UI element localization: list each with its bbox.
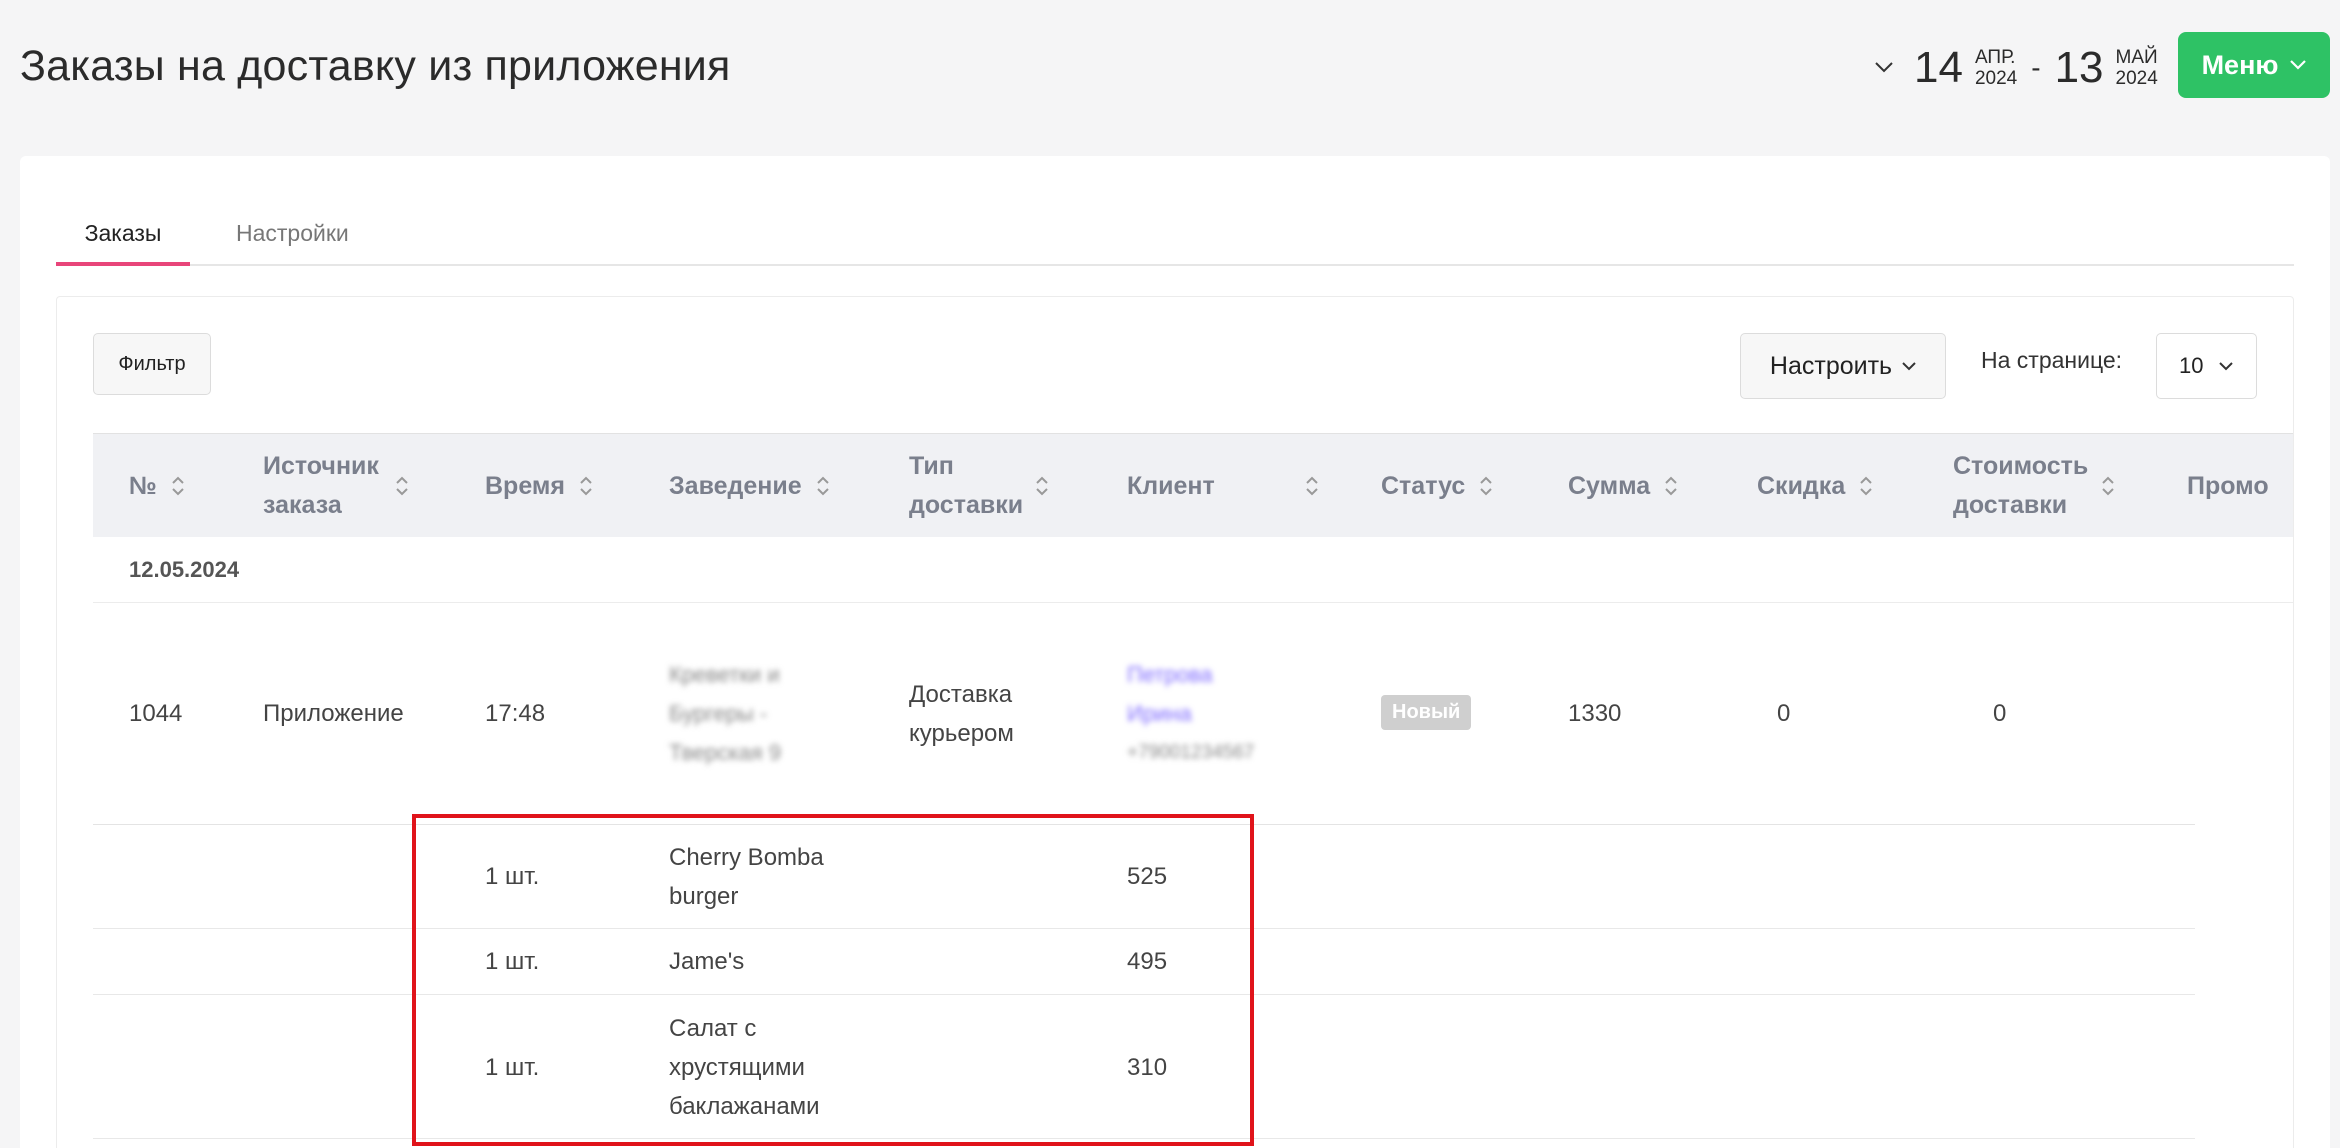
- order-source: Приложение: [263, 700, 404, 727]
- column-label: Статус: [1381, 471, 1466, 500]
- column-label: Источник заказа: [263, 452, 379, 519]
- order-discount: 0: [1777, 700, 1791, 727]
- column-header-sum[interactable]: Сумма: [1568, 434, 1678, 538]
- column-label: Заведение: [669, 471, 802, 500]
- sort-icon[interactable]: [395, 474, 409, 498]
- sort-icon[interactable]: [1305, 474, 1319, 498]
- filter-button[interactable]: Фильтр: [93, 333, 211, 395]
- item-price: 495: [1127, 948, 1168, 975]
- menu-button-label: Меню: [2201, 49, 2279, 80]
- sort-icon[interactable]: [2101, 474, 2115, 498]
- client-phone: +79001234567: [1127, 742, 1255, 763]
- header: Заказы на доставку из приложения 14 АПР.…: [0, 0, 2340, 140]
- order-client[interactable]: Петрова Ирина +79001234567: [1127, 655, 1307, 772]
- date-range-picker[interactable]: 14 АПР. 2024 - 13 МАЙ 2024: [1870, 40, 2158, 96]
- item-price: 525: [1127, 863, 1168, 890]
- column-header-delivery-cost[interactable]: Стоимость доставки: [1953, 434, 2115, 538]
- per-page-label: На странице:: [1981, 347, 2123, 373]
- item-name: Салат с хрустящими баклажанами: [669, 1015, 820, 1120]
- orders-card: Заказы Настройки Фильтр Настроить На стр…: [20, 156, 2330, 1148]
- item-qty: 1 шт.: [485, 1054, 540, 1081]
- date-to-year: 2024: [2115, 68, 2158, 89]
- item-name: Jame's: [669, 948, 745, 975]
- column-header-time[interactable]: Время: [485, 434, 593, 538]
- column-header-number[interactable]: №: [129, 434, 185, 538]
- sort-icon[interactable]: [171, 474, 185, 498]
- order-delivery-type: Доставка курьером: [909, 681, 1014, 747]
- order-item-row: 1 шт. Jame's 495: [93, 929, 2195, 995]
- sort-icon[interactable]: [1664, 474, 1678, 498]
- order-number: 1044: [129, 700, 183, 727]
- date-group-label: 12.05.2024: [129, 556, 240, 582]
- date-from-year: 2024: [1974, 68, 2018, 89]
- column-header-promo[interactable]: Промо: [2187, 434, 2293, 538]
- status-badge: Новый: [1381, 695, 1472, 730]
- column-label: Промо: [2187, 471, 2269, 500]
- tabs: Заказы Настройки: [56, 210, 2294, 266]
- date-to-day: 13: [2054, 43, 2104, 92]
- date-group-row: 12.05.2024: [93, 537, 2293, 603]
- sort-icon[interactable]: [1035, 474, 1049, 498]
- table-header: № Источник заказа Время Заведение Тип до…: [93, 433, 2293, 537]
- chevron-down-icon: [2290, 60, 2307, 70]
- date-to-month-year: МАЙ 2024: [2116, 47, 2158, 89]
- page: Заказы на доставку из приложения 14 АПР.…: [0, 0, 2340, 1148]
- sort-icon[interactable]: [816, 474, 830, 498]
- item-qty: 1 шт.: [485, 948, 540, 975]
- order-delivery-cost: 0: [1993, 700, 2007, 727]
- column-header-delivery-type[interactable]: Тип доставки: [909, 434, 1049, 538]
- page-title: Заказы на доставку из приложения: [20, 42, 731, 90]
- configure-button-label: Настроить: [1769, 351, 1893, 380]
- order-sum: 1330: [1568, 700, 1622, 727]
- order-time: 17:48: [485, 700, 546, 727]
- menu-button[interactable]: Меню: [2178, 32, 2330, 98]
- column-label: №: [129, 471, 157, 500]
- configure-button[interactable]: Настроить: [1740, 333, 1946, 399]
- column-header-status[interactable]: Статус: [1381, 434, 1493, 538]
- column-label: Время: [485, 471, 565, 500]
- column-label: Сумма: [1568, 471, 1651, 500]
- chevron-down-icon: [2219, 361, 2234, 370]
- column-header-discount[interactable]: Скидка: [1757, 434, 1873, 538]
- order-venue: Креветки и Бургеры - Тверская 9: [669, 662, 781, 765]
- chevron-down-icon: [1902, 361, 1916, 370]
- per-page-select[interactable]: 10: [2156, 333, 2257, 399]
- column-header-venue[interactable]: Заведение: [669, 434, 830, 538]
- table-row[interactable]: 1044 Приложение 17:48 Креветки и Бургеры…: [93, 603, 2195, 825]
- sort-icon[interactable]: [1479, 474, 1493, 498]
- date-from-month: АПР.: [1974, 47, 2016, 68]
- sort-icon[interactable]: [579, 474, 593, 498]
- column-header-source[interactable]: Источник заказа: [263, 434, 433, 538]
- item-name: Cherry Bomba burger: [669, 844, 824, 910]
- column-header-client[interactable]: Клиент: [1127, 434, 1319, 538]
- column-label: Клиент: [1127, 471, 1215, 500]
- tab-settings[interactable]: Настройки: [236, 210, 349, 266]
- order-item-row: 1 шт. Cherry Bomba burger 525: [93, 825, 2195, 929]
- date-separator: -: [2031, 52, 2041, 83]
- item-qty: 1 шт.: [485, 863, 540, 890]
- item-price: 310: [1127, 1054, 1168, 1081]
- order-item-row: 1 шт. Салат с хрустящими баклажанами 310: [93, 995, 2195, 1139]
- sort-icon[interactable]: [1859, 474, 1873, 498]
- chevron-down-icon[interactable]: [1870, 54, 1898, 82]
- date-from-month-year: АПР. 2024: [1975, 47, 2017, 89]
- orders-table-panel: Фильтр Настроить На странице: 10 № Источ…: [56, 296, 2294, 1148]
- column-label: Тип доставки: [909, 452, 1024, 519]
- tab-orders[interactable]: Заказы: [56, 210, 190, 266]
- column-label: Стоимость доставки: [1953, 452, 2089, 519]
- client-name-link[interactable]: Петрова Ирина: [1127, 655, 1267, 733]
- per-page-value: 10: [2179, 353, 2204, 378]
- date-from-day: 14: [1914, 43, 1963, 92]
- column-label: Скидка: [1757, 471, 1846, 500]
- date-to-month: МАЙ: [2115, 47, 2158, 68]
